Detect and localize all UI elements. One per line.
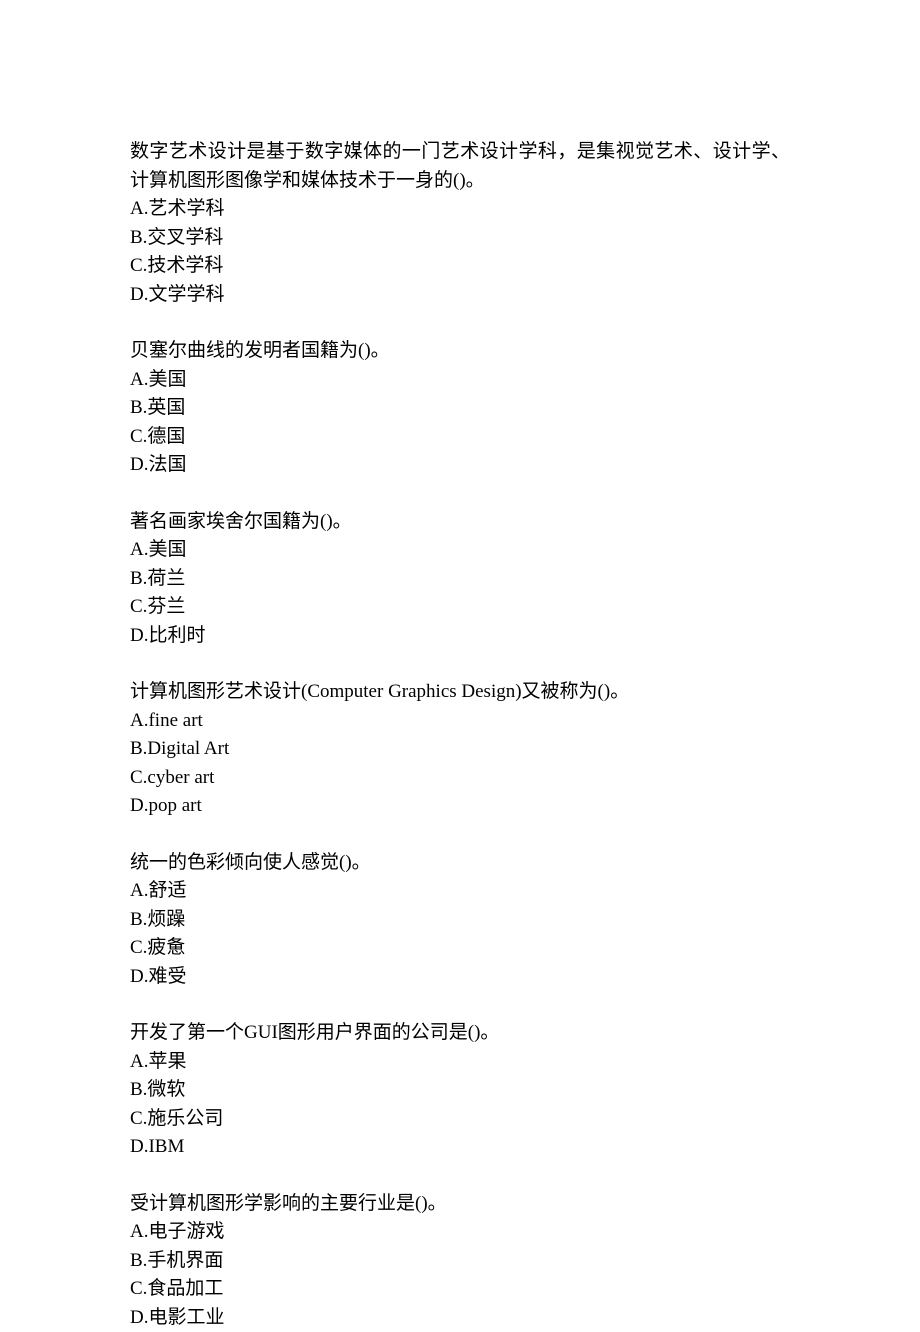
question-stem: 开发了第一个GUI图形用户界面的公司是()。 [130,1019,790,1048]
option-d: D.pop art [130,792,790,821]
option-d: D.难受 [130,963,790,992]
question-stem: 统一的色彩倾向使人感觉()。 [130,849,790,878]
question-block: 数字艺术设计是基于数字媒体的一门艺术设计学科，是集视觉艺术、设计学、计算机图形图… [130,138,790,309]
question-stem: 贝塞尔曲线的发明者国籍为()。 [130,337,790,366]
question-block: 受计算机图形学影响的主要行业是()。 A.电子游戏 B.手机界面 C.食品加工 … [130,1190,790,1332]
option-b: B.英国 [130,394,790,423]
option-b: B.Digital Art [130,735,790,764]
option-a: A.电子游戏 [130,1218,790,1247]
option-c: C.施乐公司 [130,1105,790,1134]
option-a: A.艺术学科 [130,195,790,224]
option-d: D.比利时 [130,622,790,651]
option-d: D.文学学科 [130,281,790,310]
option-c: C.cyber art [130,764,790,793]
question-block: 贝塞尔曲线的发明者国籍为()。 A.美国 B.英国 C.德国 D.法国 [130,337,790,480]
question-block: 计算机图形艺术设计(Computer Graphics Design)又被称为(… [130,678,790,821]
question-stem: 数字艺术设计是基于数字媒体的一门艺术设计学科，是集视觉艺术、设计学、计算机图形图… [130,138,790,195]
question-block: 著名画家埃舍尔国籍为()。 A.美国 B.荷兰 C.芬兰 D.比利时 [130,508,790,651]
question-stem: 计算机图形艺术设计(Computer Graphics Design)又被称为(… [130,678,790,707]
question-block: 统一的色彩倾向使人感觉()。 A.舒适 B.烦躁 C.疲惫 D.难受 [130,849,790,992]
option-d: D.法国 [130,451,790,480]
option-c: C.疲惫 [130,934,790,963]
option-a: A.舒适 [130,877,790,906]
question-stem: 受计算机图形学影响的主要行业是()。 [130,1190,790,1219]
option-a: A.美国 [130,366,790,395]
option-a: A.美国 [130,536,790,565]
option-c: C.技术学科 [130,252,790,281]
option-b: B.微软 [130,1076,790,1105]
option-a: A.苹果 [130,1048,790,1077]
question-stem: 著名画家埃舍尔国籍为()。 [130,508,790,537]
option-c: C.食品加工 [130,1275,790,1304]
option-a: A.fine art [130,707,790,736]
option-d: D.IBM [130,1133,790,1162]
option-c: C.德国 [130,423,790,452]
question-block: 开发了第一个GUI图形用户界面的公司是()。 A.苹果 B.微软 C.施乐公司 … [130,1019,790,1162]
document-content: 数字艺术设计是基于数字媒体的一门艺术设计学科，是集视觉艺术、设计学、计算机图形图… [130,138,790,1332]
option-c: C.芬兰 [130,593,790,622]
option-b: B.荷兰 [130,565,790,594]
option-b: B.烦躁 [130,906,790,935]
option-b: B.交叉学科 [130,224,790,253]
option-b: B.手机界面 [130,1247,790,1276]
option-d: D.电影工业 [130,1304,790,1332]
